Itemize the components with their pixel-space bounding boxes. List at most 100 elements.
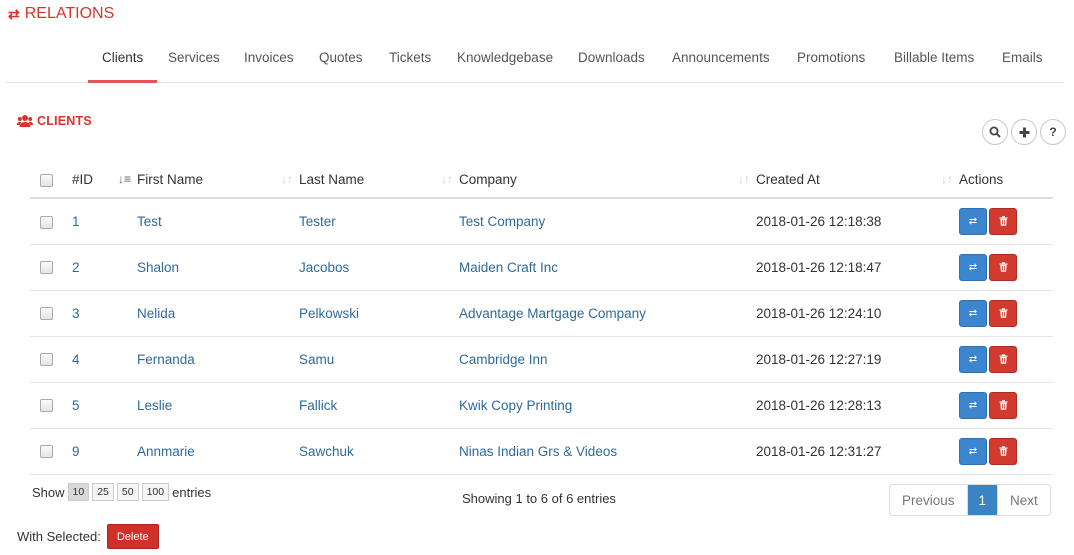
length-option-50[interactable]: 50	[116, 483, 139, 501]
exchange-icon: ⇄	[968, 307, 978, 319]
tab-quotes[interactable]: Quotes	[319, 40, 363, 83]
tab-billable-items[interactable]: Billable Items	[894, 40, 974, 83]
company-link[interactable]: Cambridge Inn	[459, 352, 548, 367]
id-cell: 2	[72, 244, 137, 291]
manage-button[interactable]: ⇄	[959, 299, 987, 327]
row-select-cell	[30, 382, 72, 429]
created-at-cell: 2018-01-26 12:27:19	[756, 336, 959, 383]
search-button[interactable]	[982, 119, 1008, 145]
last-name-link[interactable]: Samu	[299, 352, 334, 367]
client-id-link[interactable]: 9	[72, 444, 80, 459]
row-checkbox[interactable]	[40, 307, 53, 321]
manage-button[interactable]: ⇄	[959, 391, 987, 419]
col-created-at[interactable]: Created At ↓↑	[756, 162, 959, 199]
row-checkbox[interactable]	[40, 215, 53, 229]
delete-button[interactable]	[989, 299, 1017, 327]
trash-icon	[999, 308, 1007, 318]
created-at-cell: 2018-01-26 12:28:13	[756, 382, 959, 429]
last-name-link[interactable]: Pelkowski	[299, 306, 359, 321]
last-name-link[interactable]: Tester	[299, 214, 336, 229]
tab-emails[interactable]: Emails	[1002, 40, 1043, 83]
first-name-link[interactable]: Shalon	[137, 260, 179, 275]
manage-button[interactable]: ⇄	[959, 345, 987, 373]
first-name-cell: Test	[137, 198, 299, 245]
first-name-link[interactable]: Fernanda	[137, 352, 195, 367]
company-cell: Cambridge Inn	[459, 336, 756, 383]
delete-button[interactable]	[989, 391, 1017, 419]
last-name-link[interactable]: Sawchuk	[299, 444, 354, 459]
col-company[interactable]: Company ↓↑	[459, 162, 756, 199]
manage-button[interactable]: ⇄	[959, 207, 987, 235]
col-last-name[interactable]: Last Name ↓↑	[299, 162, 459, 199]
row-checkbox[interactable]	[40, 261, 53, 275]
page-1-button[interactable]: 1	[966, 485, 998, 515]
previous-page-button[interactable]: Previous	[890, 485, 967, 515]
length-option-100[interactable]: 100	[141, 483, 170, 501]
actions-cell: ⇄	[959, 198, 1053, 245]
row-select-cell	[30, 244, 72, 291]
row-checkbox[interactable]	[40, 399, 53, 413]
table-row: 9 Annmarie Sawchuk Ninas Indian Grs & Video…	[30, 428, 1053, 475]
row-checkbox[interactable]	[40, 353, 53, 367]
trash-icon	[999, 354, 1007, 364]
client-id-link[interactable]: 1	[72, 214, 80, 229]
col-id[interactable]: #ID ↓≡	[72, 162, 137, 199]
last-name-link[interactable]: Fallick	[299, 398, 337, 413]
actions-cell: ⇄	[959, 428, 1053, 475]
length-option-25[interactable]: 25	[92, 483, 114, 501]
client-id-link[interactable]: 3	[72, 306, 80, 321]
tab-announcements[interactable]: Announcements	[672, 40, 770, 83]
manage-button[interactable]: ⇄	[959, 253, 987, 281]
tab-clients[interactable]: Clients	[87, 40, 158, 83]
length-option-10[interactable]: 10	[67, 483, 90, 501]
actions-cell: ⇄	[959, 336, 1053, 383]
sort-icon: ↓↑	[738, 172, 750, 186]
tab-promotions[interactable]: Promotions	[797, 40, 865, 83]
search-icon	[989, 126, 1001, 138]
delete-button[interactable]	[989, 345, 1017, 373]
created-at-cell: 2018-01-26 12:31:27	[756, 428, 959, 475]
manage-button[interactable]: ⇄	[959, 437, 987, 465]
table-row: 3 Nelida Pelkowski Advantage Martgage Compa…	[30, 290, 1053, 337]
delete-button[interactable]	[989, 253, 1017, 281]
last-name-link[interactable]: Jacobos	[299, 260, 349, 275]
users-icon	[17, 115, 33, 127]
help-button[interactable]: ?	[1040, 119, 1066, 145]
tab-services[interactable]: Services	[168, 40, 220, 83]
company-link[interactable]: Advantage Martgage Company	[459, 306, 646, 321]
add-client-button[interactable]	[1011, 119, 1037, 145]
bulk-delete-button[interactable]: Delete	[106, 524, 159, 549]
last-name-cell: Pelkowski	[299, 290, 459, 337]
first-name-link[interactable]: Leslie	[137, 398, 172, 413]
client-id-link[interactable]: 2	[72, 260, 80, 275]
tab-knowledgebase[interactable]: Knowledgebase	[457, 40, 553, 83]
company-cell: Maiden Craft Inc	[459, 244, 756, 291]
actions-cell: ⇄	[959, 382, 1053, 429]
first-name-link[interactable]: Nelida	[137, 306, 175, 321]
row-checkbox[interactable]	[40, 445, 53, 459]
question-icon: ?	[1049, 125, 1057, 139]
delete-button[interactable]	[989, 207, 1017, 235]
select-all-checkbox[interactable]	[40, 173, 53, 187]
tab-downloads[interactable]: Downloads	[578, 40, 645, 83]
client-id-link[interactable]: 5	[72, 398, 80, 413]
company-link[interactable]: Ninas Indian Grs & Videos	[459, 444, 617, 459]
bulk-actions: With Selected: Delete	[17, 524, 159, 549]
col-first-name[interactable]: First Name ↓↑	[137, 162, 299, 199]
first-name-link[interactable]: Annmarie	[137, 444, 195, 459]
company-link[interactable]: Maiden Craft Inc	[459, 260, 558, 275]
delete-button[interactable]	[989, 437, 1017, 465]
tab-tickets[interactable]: Tickets	[389, 40, 431, 83]
next-page-button[interactable]: Next	[997, 485, 1050, 515]
first-name-cell: Annmarie	[137, 428, 299, 475]
table-row: 4 Fernanda Samu Cambridge Inn 2018-01-26 12:…	[30, 336, 1053, 383]
tab-invoices[interactable]: Invoices	[244, 40, 294, 83]
client-id-link[interactable]: 4	[72, 352, 80, 367]
company-link[interactable]: Kwik Copy Printing	[459, 398, 572, 413]
exchange-icon: ⇄	[968, 353, 978, 365]
id-cell: 1	[72, 198, 137, 245]
sort-icon: ↓↑	[441, 172, 453, 186]
first-name-cell: Leslie	[137, 382, 299, 429]
company-link[interactable]: Test Company	[459, 214, 545, 229]
first-name-link[interactable]: Test	[137, 214, 162, 229]
